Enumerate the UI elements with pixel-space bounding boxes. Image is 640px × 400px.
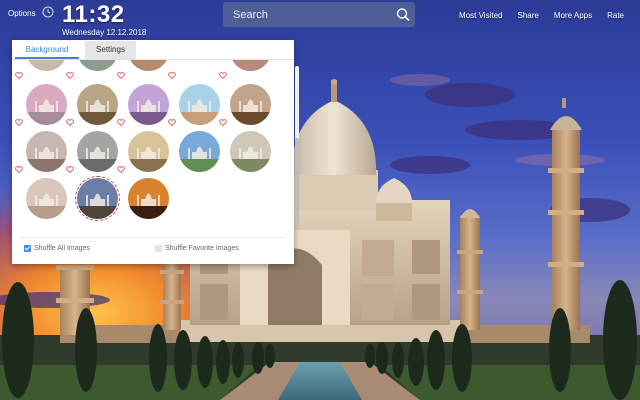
most-visited-link[interactable]: Most Visited [459, 11, 502, 20]
background-thumbnail-taj-twilight-selected[interactable] [75, 176, 120, 221]
favorite-heart-icon[interactable] [66, 72, 74, 79]
scrollbar-thumb[interactable] [295, 138, 299, 226]
shuffle-favorite-label: Shuffle Favorite Images [165, 245, 239, 252]
options-divider [20, 237, 286, 238]
favorite-heart-icon[interactable] [15, 166, 23, 173]
favorite-heart-icon[interactable] [168, 72, 176, 79]
background-thumbnail-taj-misty-morning[interactable] [26, 131, 67, 172]
search-input[interactable] [223, 2, 389, 27]
background-thumbnail-taj-lake-reflection[interactable] [179, 84, 220, 125]
background-thumbnail-partial-3[interactable] [230, 60, 271, 71]
tab-background[interactable]: Background [15, 41, 79, 59]
favorite-heart-icon[interactable] [15, 72, 23, 79]
background-thumbnail-taj-garden-day[interactable] [77, 84, 118, 125]
favorite-heart-icon[interactable] [117, 72, 125, 79]
tab-settings[interactable]: Settings [85, 41, 136, 59]
clock-time: 11:32 [62, 1, 125, 28]
background-thumbnail-partial-0[interactable] [26, 60, 67, 71]
favorite-heart-icon[interactable] [168, 119, 176, 126]
favorite-heart-icon[interactable] [117, 119, 125, 126]
background-thumbnail-taj-golden-hour[interactable] [128, 131, 169, 172]
options-link[interactable]: Options [8, 9, 36, 18]
top-nav: Most Visited Share More Apps Rate [444, 11, 624, 20]
favorite-heart-icon[interactable] [66, 119, 74, 126]
clock-icon[interactable] [42, 6, 54, 18]
background-thumbnail-taj-blue-sky-lawn[interactable] [179, 131, 220, 172]
background-thumbnail-taj-silhouette-sunset[interactable] [128, 178, 169, 219]
background-thumbnail-taj-purple-dusk[interactable] [128, 84, 169, 125]
shuffle-all-option[interactable]: Shuffle All Images [24, 245, 90, 252]
share-link[interactable]: Share [517, 11, 538, 20]
options-panel: Background Settings Shuffle All Images S… [12, 40, 299, 264]
favorite-heart-icon[interactable] [117, 166, 125, 173]
background-thumbnail-taj-grey-sky[interactable] [77, 131, 118, 172]
shuffle-all-label: Shuffle All Images [34, 245, 90, 252]
favorite-heart-icon[interactable] [15, 119, 23, 126]
background-thumbnail-taj-reflection-pool[interactable] [26, 178, 67, 219]
background-thumbnail-taj-cream-facade[interactable] [230, 131, 271, 172]
background-thumbnail-pink-sunset-taj[interactable] [26, 84, 67, 125]
background-thumbnail-grid [12, 60, 288, 238]
search-icon[interactable] [391, 2, 415, 27]
favorite-heart-icon[interactable] [66, 166, 74, 173]
shuffle-favorite-checkbox[interactable] [155, 245, 162, 252]
more-apps-link[interactable]: More Apps [554, 11, 592, 20]
favorite-heart-icon[interactable] [219, 119, 227, 126]
clock-date: Wednesday 12.12.2018 [62, 28, 147, 37]
shuffle-all-checkbox[interactable] [24, 245, 31, 252]
rate-link[interactable]: Rate [607, 11, 624, 20]
background-thumbnail-taj-arch-view[interactable] [230, 84, 271, 125]
shuffle-favorite-option[interactable]: Shuffle Favorite Images [155, 245, 239, 252]
search-bar [223, 2, 415, 27]
favorite-heart-icon[interactable] [219, 72, 227, 79]
background-thumbnail-partial-1[interactable] [77, 60, 118, 71]
background-thumbnail-partial-2[interactable] [128, 60, 169, 71]
